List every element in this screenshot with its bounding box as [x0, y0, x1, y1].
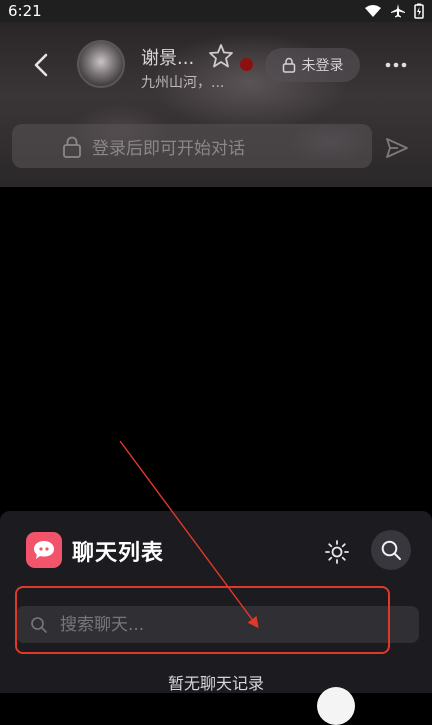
empty-state-text: 暂无聊天记录: [167, 674, 264, 693]
chat-list-sheet: [0, 511, 432, 693]
lock-icon: [63, 136, 81, 158]
sun-icon[interactable]: [323, 538, 351, 566]
chat-bubble-icon: [34, 541, 54, 559]
login-status-label: 未登录: [301, 58, 344, 74]
chat-subtitle: 九州山河，...: [141, 75, 225, 91]
chat-list-logo: [26, 532, 62, 568]
chat-input-placeholder: 登录后即可开始对话: [92, 138, 245, 159]
login-status-button[interactable]: 未登录: [265, 48, 360, 82]
wifi-icon: [365, 5, 381, 17]
chat-search-field[interactable]: [16, 606, 419, 643]
more-icon[interactable]: [381, 52, 411, 78]
search-icon: [31, 616, 47, 633]
status-time: 6:21: [8, 2, 42, 20]
status-dot: [240, 58, 253, 71]
star-icon[interactable]: [208, 43, 234, 69]
send-icon[interactable]: [384, 136, 410, 160]
chat-search-input[interactable]: [58, 613, 392, 636]
search-icon: [381, 540, 401, 560]
status-icons: [364, 3, 424, 19]
back-icon[interactable]: [28, 50, 56, 80]
chat-list-title: 聊天列表: [72, 541, 165, 566]
avatar[interactable]: [77, 40, 125, 88]
search-button[interactable]: [371, 530, 411, 570]
lock-icon: [282, 57, 295, 73]
airplane-icon: [391, 4, 405, 18]
status-bar: 6:21: [0, 0, 432, 22]
chat-name: 谢景...: [141, 48, 195, 69]
battery-icon: [414, 3, 424, 19]
